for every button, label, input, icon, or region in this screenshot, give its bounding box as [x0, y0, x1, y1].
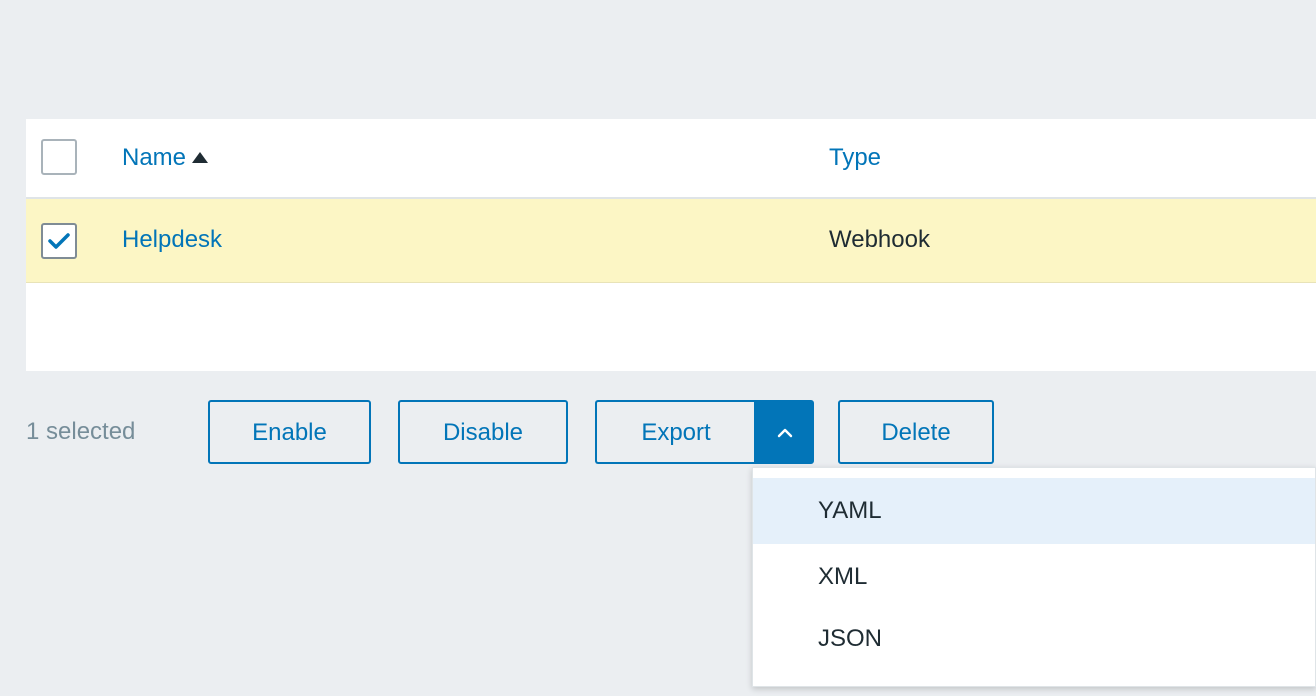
row-checkbox[interactable]	[41, 223, 77, 259]
column-header-type[interactable]: Type	[829, 144, 881, 172]
sort-ascending-icon	[192, 152, 209, 163]
column-header-name[interactable]: Name	[122, 144, 209, 172]
menu-item-yaml[interactable]: YAML	[753, 478, 1315, 544]
media-types-table: Name Type Helpdesk Webhook	[26, 119, 1316, 371]
menu-item-xml[interactable]: XML	[753, 544, 1315, 610]
selected-count: 1 selected	[26, 418, 136, 445]
enable-button[interactable]: Enable	[208, 400, 371, 464]
delete-button[interactable]: Delete	[838, 400, 994, 464]
page: Name Type Helpdesk Webhook 1 selected En…	[0, 0, 1316, 696]
export-format-menu: YAML XML JSON	[752, 467, 1316, 687]
export-dropdown-toggle[interactable]	[754, 400, 814, 464]
row-type: Webhook	[829, 226, 930, 253]
chevron-up-icon	[777, 428, 793, 438]
row-name-link[interactable]: Helpdesk	[122, 226, 222, 254]
select-all-checkbox[interactable]	[41, 139, 77, 175]
table-header-row: Name Type	[26, 119, 1316, 199]
export-button[interactable]: Export	[595, 400, 755, 464]
menu-item-json[interactable]: JSON	[753, 606, 1315, 672]
check-icon	[48, 233, 70, 249]
column-header-name-label: Name	[122, 144, 187, 171]
table-row: Helpdesk Webhook	[26, 199, 1316, 283]
disable-button[interactable]: Disable	[398, 400, 568, 464]
